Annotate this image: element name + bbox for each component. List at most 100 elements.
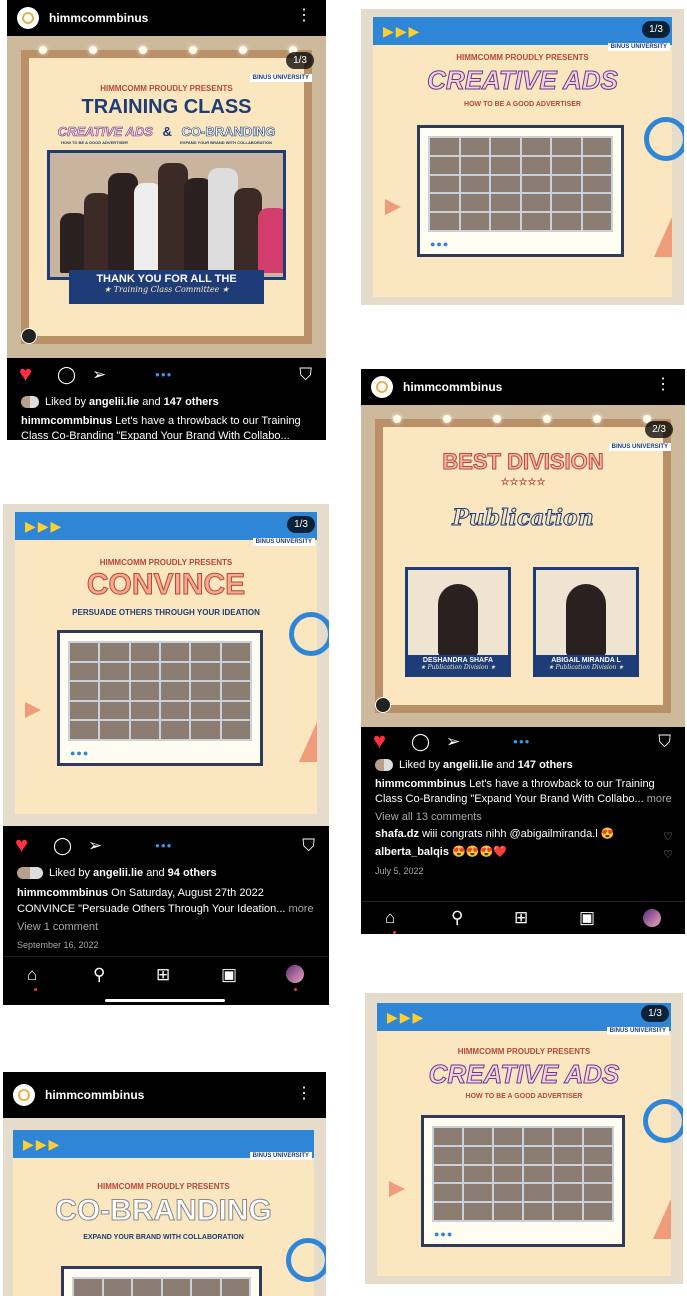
share-icon[interactable]: ➢ <box>88 836 102 856</box>
binus-logo: BINUS UNIVERSITY <box>607 43 670 51</box>
create-icon[interactable]: ⊞ <box>514 908 528 928</box>
tagged-people-icon[interactable] <box>21 328 37 344</box>
home-indicator-dot <box>393 931 396 934</box>
binus-logo: BINUS UNIVERSITY <box>606 1027 669 1035</box>
decor-triangle <box>389 1181 405 1197</box>
group-photo <box>47 150 286 280</box>
search-icon[interactable]: ⚲ <box>451 908 463 928</box>
home-icon[interactable]: ⌂ <box>385 908 395 928</box>
caption-line-1: himmcommbinus Let's have a throwback to … <box>375 778 655 790</box>
more-link[interactable]: more <box>289 903 314 915</box>
ads-sub-text: HOW TO BE A GOOD ADVERTISER <box>61 140 128 145</box>
save-icon[interactable]: ⛉ <box>302 836 315 856</box>
play-arrows-icon: ▶▶▶ <box>383 23 422 39</box>
post-card-training-class: himmcommbinus ⋮ HIMMCOMM PROUDLY PRESENT… <box>7 0 326 440</box>
save-icon[interactable]: ⛉ <box>299 365 312 385</box>
cobrand-sub-text: EXPAND YOUR BRAND WITH COLLABORATION <box>180 140 272 145</box>
likes-line[interactable]: Liked by angelii.lie and 94 others <box>17 866 319 881</box>
carousel-dots: ●●● <box>155 841 173 850</box>
post-image-creative-ads-top[interactable]: ▶▶▶ HIMMCOMM PROUDLY PRESENTS CREATIVE A… <box>361 9 684 305</box>
view-comments-link[interactable]: View all 13 comments <box>375 810 675 825</box>
play-arrows-icon: ▶▶▶ <box>25 518 64 534</box>
play-arrows-icon: ▶▶▶ <box>23 1136 62 1152</box>
post-username[interactable]: himmcommbinus <box>45 1088 144 1102</box>
share-icon[interactable]: ➢ <box>92 365 106 385</box>
post-username[interactable]: himmcommbinus <box>49 11 148 25</box>
post-image-creative-ads-bottom[interactable]: ▶▶▶ HIMMCOMM PROUDLY PRESENTS CREATIVE A… <box>365 993 683 1284</box>
post-header: himmcommbinus ⋮ <box>3 1072 326 1118</box>
like-icon[interactable]: ♥ <box>15 834 28 856</box>
profile-avatar[interactable] <box>13 1084 35 1106</box>
carousel-counter: 2/3 <box>645 421 673 438</box>
comment-icon[interactable]: ◯ <box>57 365 76 385</box>
comment-icon[interactable]: ◯ <box>411 732 430 752</box>
likes-line[interactable]: Liked by angelii.lie and 147 others <box>375 758 675 773</box>
creative-ads-text: CREATIVE ADS <box>57 124 153 140</box>
profile-avatar[interactable] <box>371 376 393 398</box>
like-icon[interactable]: ♥ <box>373 730 386 752</box>
decor-triangle-right <box>299 722 317 762</box>
thanks-text: THANK YOU FOR ALL THE <box>96 273 237 285</box>
convince-title: CONVINCE <box>86 568 246 602</box>
decor-triangle-right <box>653 1199 671 1239</box>
decor-triangle <box>385 199 401 215</box>
binus-logo: BINUS UNIVERSITY <box>249 74 312 82</box>
post-image[interactable]: HIMMCOMM PROUDLY PRESENTS TRAINING CLASS… <box>7 36 326 358</box>
amp-text: & <box>162 124 172 139</box>
post-image[interactable]: ▶▶▶ HIMMCOMM PROUDLY PRESENTS CONVINCE P… <box>3 504 329 826</box>
tagged-people-icon[interactable] <box>375 697 391 713</box>
more-options-icon[interactable]: ⋮ <box>296 1086 312 1102</box>
comment-icon[interactable]: ◯ <box>53 836 72 856</box>
profile-nav-avatar[interactable] <box>286 965 304 983</box>
subtitle-row: CREATIVE ADS & CO-BRANDING <box>29 124 304 140</box>
comment-2: alberta_balqis 😍😍😍❤️ <box>375 846 507 858</box>
post-image[interactable]: ▶▶▶ HIMMCOMM PROUDLY PRESENTS CO-BRANDIN… <box>3 1118 326 1296</box>
post-header: himmcommbinus ⋮ <box>361 369 685 405</box>
co-branding-title: CO-BRANDING <box>55 1194 273 1228</box>
presents-text: HIMMCOMM PROUDLY PRESENTS <box>100 84 233 93</box>
home-icon[interactable]: ⌂ <box>27 965 37 985</box>
binus-logo: BINUS UNIVERSITY <box>608 443 671 451</box>
person-photo-2 <box>533 567 639 659</box>
reels-icon[interactable]: ▣ <box>579 908 595 928</box>
view-comments-link[interactable]: View 1 comment <box>17 920 319 935</box>
profile-indicator-dot <box>294 988 297 991</box>
share-icon[interactable]: ➢ <box>446 732 460 752</box>
decor-ring <box>643 1099 683 1143</box>
profile-avatar[interactable] <box>17 7 39 29</box>
person-name-1: DESHANDRA SHAFA ★ Publication Division ★ <box>405 655 511 677</box>
reels-icon[interactable]: ▣ <box>221 965 237 985</box>
header-bar: ▶▶▶ <box>15 512 317 540</box>
carousel-counter: 1/3 <box>287 516 315 533</box>
liked-by-avatars <box>21 396 39 409</box>
carousel-counter: 1/3 <box>642 21 670 38</box>
action-row: ♥ ◯ ➢ ●●● ⛉ <box>361 729 685 759</box>
home-bar <box>105 999 225 1002</box>
profile-nav-avatar[interactable] <box>643 909 661 927</box>
save-icon[interactable]: ⛉ <box>658 732 671 752</box>
post-username[interactable]: himmcommbinus <box>403 380 502 394</box>
comment-like-icon[interactable]: ♡ <box>663 845 673 865</box>
home-indicator-dot <box>34 988 37 991</box>
like-icon[interactable]: ♥ <box>19 363 32 385</box>
create-icon[interactable]: ⊞ <box>156 965 170 985</box>
more-options-icon[interactable]: ⋮ <box>655 377 671 393</box>
presents-text: HIMMCOMM PROUDLY PRESENTS <box>99 558 233 567</box>
action-row: ♥ ◯ ➢ ●●● ⛉ <box>3 833 329 863</box>
search-icon[interactable]: ⚲ <box>93 965 105 985</box>
decor-ring <box>286 1238 326 1282</box>
post-card-best-division: himmcommbinus ⋮ BEST DIVISION ☆☆☆☆☆ Publ… <box>361 369 685 934</box>
likes-line[interactable]: Liked by angelii.lie and 147 others <box>21 395 316 410</box>
binus-logo: BINUS UNIVERSITY <box>249 1152 312 1160</box>
post-image[interactable]: BEST DIVISION ☆☆☆☆☆ Publication DESHANDR… <box>361 405 685 727</box>
more-link[interactable]: more <box>647 793 672 805</box>
more-options-icon[interactable]: ⋮ <box>296 8 312 24</box>
creative-ads-title: CREATIVE ADS <box>427 65 619 96</box>
creative-ads-title: CREATIVE ADS <box>428 1059 620 1090</box>
subtitle-text: PERSUADE OTHERS THROUGH YOUR IDEATION <box>72 608 260 617</box>
decor-triangle <box>25 702 41 718</box>
stars-text: ☆☆☆☆☆ <box>500 477 546 488</box>
thanks-banner: THANK YOU FOR ALL THE ★ Training Class C… <box>69 270 264 304</box>
video-call-screen: ●●● <box>421 1115 625 1247</box>
comment-like-icon[interactable]: ♡ <box>663 827 673 847</box>
